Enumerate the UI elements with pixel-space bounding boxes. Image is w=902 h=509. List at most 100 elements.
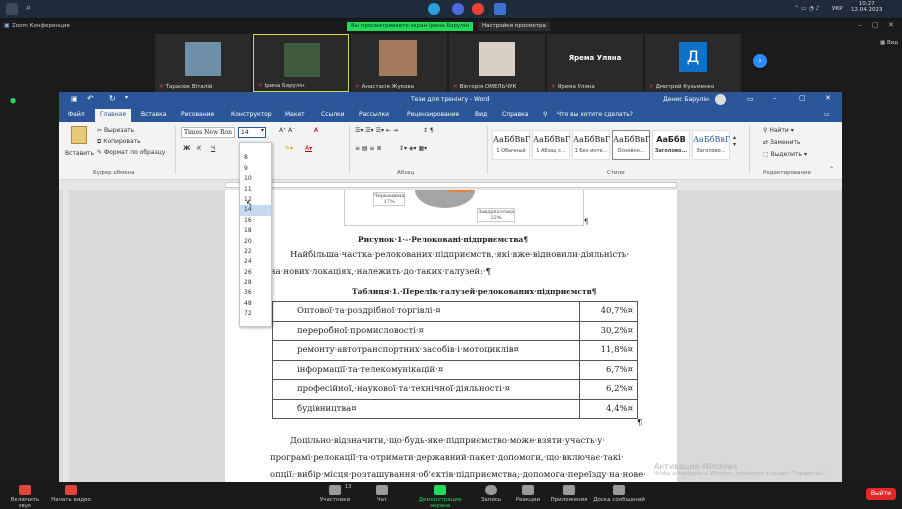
- font-size-option[interactable]: 8: [240, 153, 271, 163]
- search-icon[interactable]: ⌕: [26, 3, 38, 15]
- font-size-option[interactable]: 22: [240, 247, 271, 257]
- find-button[interactable]: ⚲ Найти ▾: [763, 127, 794, 134]
- table-cell[interactable]: 11,8%¤: [579, 340, 638, 361]
- leave-button[interactable]: Выйти: [866, 488, 896, 500]
- participant-tile[interactable]: ✕ Анастасія Жукова: [351, 34, 447, 92]
- font-size-dropdown[interactable]: 8 9 10 11 12 14 16 18 20 22 24 26 28 36 48 72: [239, 142, 272, 327]
- tab-draw[interactable]: Рисование: [181, 111, 214, 118]
- font-size-option[interactable]: 18: [240, 226, 271, 236]
- participant-tile[interactable]: Д ✕ Дмитрий Кузьменко: [645, 34, 741, 92]
- tab-review[interactable]: Рецензирование: [407, 111, 459, 118]
- tab-mailings[interactable]: Рассылки: [359, 111, 389, 118]
- record-button[interactable]: Запись: [478, 485, 504, 503]
- chat-button[interactable]: Чат: [372, 485, 392, 503]
- reactions-button[interactable]: Реакции: [514, 485, 542, 503]
- font-size-dropdown-icon[interactable]: ▾: [261, 127, 264, 134]
- underline-icon[interactable]: Ч: [211, 145, 215, 152]
- table-cell[interactable]: ремонту·автотранспортних·засобів·і·мотоц…: [272, 340, 580, 361]
- font-size-option[interactable]: 16: [240, 216, 271, 226]
- table-cell[interactable]: 4,4%¤: [579, 398, 638, 419]
- minimize-icon[interactable]: –: [858, 21, 862, 29]
- participant-tile[interactable]: ✕ Тарасюк Віталій: [155, 34, 251, 92]
- line-spacing-icon[interactable]: ↕▾ ◈▾ ▦▾: [399, 145, 427, 152]
- font-size-option[interactable]: 14: [240, 205, 271, 216]
- table-cell[interactable]: 40,7%¤: [579, 301, 638, 322]
- paste-icon[interactable]: [71, 126, 87, 144]
- windows-start-icon[interactable]: [6, 3, 18, 15]
- zoom-app-icon[interactable]: [452, 3, 464, 15]
- save-icon[interactable]: ▣: [71, 95, 78, 103]
- align-icons[interactable]: ≡ ▤ ≡ ≣: [355, 145, 381, 152]
- highlight-icon[interactable]: ✎▾: [285, 145, 293, 152]
- collapse-ribbon-icon[interactable]: ⌃: [829, 166, 834, 173]
- font-size-option[interactable]: 28: [240, 278, 271, 288]
- minimize-icon[interactable]: –: [773, 94, 777, 102]
- avatar[interactable]: [715, 94, 726, 105]
- tab-view[interactable]: Вид: [475, 111, 487, 118]
- clear-formatting-icon[interactable]: A̸: [314, 127, 318, 134]
- bold-icon[interactable]: Ж: [183, 145, 190, 152]
- input-language[interactable]: УКР: [832, 6, 843, 12]
- tab-design[interactable]: Конструктор: [231, 111, 272, 118]
- font-size-option[interactable]: 12: [240, 195, 271, 205]
- view-button[interactable]: ▦ Вид: [880, 40, 898, 46]
- participant-tile[interactable]: Ярема Уляна ✕ Ярема Уляна: [547, 34, 643, 92]
- chrome-icon[interactable]: [472, 3, 484, 15]
- font-size-option[interactable]: 11: [240, 185, 271, 195]
- close-icon[interactable]: ✕: [888, 21, 894, 29]
- unmute-button[interactable]: Включить звук: [4, 485, 46, 509]
- tab-references[interactable]: Ссылки: [321, 111, 345, 118]
- ribbon-display-icon[interactable]: ▭: [747, 95, 754, 103]
- close-icon[interactable]: ✕: [825, 94, 831, 102]
- table-cell[interactable]: інформації·та·телекомунікацій·¤: [272, 359, 580, 380]
- styles-more-icon[interactable]: ▴ ▾: [733, 134, 736, 148]
- font-size-option[interactable]: 24: [240, 257, 271, 267]
- font-size-option[interactable]: 9: [240, 164, 271, 174]
- style-main[interactable]: АаБбВвГ Основно...: [612, 130, 650, 160]
- font-size-option[interactable]: 26: [240, 268, 271, 278]
- style-paragraph[interactable]: АаБбВвГ 1 Абзац с...: [532, 130, 570, 160]
- cut-button[interactable]: ✂ Вырезать: [97, 127, 134, 134]
- paste-button[interactable]: Вставить: [65, 150, 94, 157]
- whiteboard-button[interactable]: Доска сообщений: [592, 485, 646, 503]
- font-size-option[interactable]: 72: [240, 309, 271, 319]
- table-cell[interactable]: 6,7%¤: [579, 359, 638, 380]
- tab-layout[interactable]: Макет: [285, 111, 305, 118]
- undo-icon[interactable]: ↶: [87, 94, 94, 103]
- italic-icon[interactable]: К: [197, 145, 201, 152]
- table-cell[interactable]: будівництва¤: [272, 398, 580, 419]
- maximize-icon[interactable]: ▢: [799, 94, 806, 102]
- tell-me-search[interactable]: Что вы хотите сделать?: [557, 111, 633, 118]
- telegram-icon[interactable]: [428, 3, 440, 15]
- clock[interactable]: 10:27 12.04.2023: [851, 1, 883, 13]
- tab-insert[interactable]: Вставка: [141, 111, 166, 118]
- comments-icon[interactable]: ▭: [824, 111, 830, 118]
- font-color-icon[interactable]: A▾: [305, 145, 312, 152]
- participant-tile[interactable]: ✕ Ірина Барулін: [253, 34, 349, 92]
- tab-file[interactable]: Файл: [68, 111, 85, 118]
- style-normal[interactable]: АаБбВвГ 1 Обычный: [492, 130, 530, 160]
- tab-help[interactable]: Справка: [502, 111, 528, 118]
- tab-home[interactable]: Главная: [95, 109, 131, 122]
- apps-button[interactable]: Приложения: [548, 485, 590, 503]
- style-heading1[interactable]: АаБбВ Заголово...: [652, 130, 690, 160]
- user-name[interactable]: Денис Барулін: [663, 96, 709, 103]
- sort-icon[interactable]: ↕ ¶: [423, 127, 434, 134]
- redo-icon[interactable]: ↻: [109, 94, 116, 103]
- replace-button[interactable]: ⇄ Заменить: [763, 139, 801, 146]
- tray-icons[interactable]: ⌃ ▭ ◔ ♪: [794, 5, 819, 12]
- font-size-option[interactable]: 48: [240, 299, 271, 309]
- font-size-option[interactable]: 20: [240, 237, 271, 247]
- view-options-button[interactable]: Настройки просмотра: [478, 22, 550, 31]
- format-painter-button[interactable]: ✎ Формат по образцу: [97, 149, 165, 156]
- style-no-spacing[interactable]: АаБбВвГ 1 Без инте...: [572, 130, 610, 160]
- font-name-input[interactable]: Times New Ron: [181, 127, 235, 138]
- table-cell[interactable]: переробної·промисловості·¤: [272, 320, 580, 341]
- table-cell[interactable]: 6,2%¤: [579, 379, 638, 400]
- app-icon[interactable]: [494, 3, 506, 15]
- horizontal-ruler[interactable]: [59, 180, 842, 190]
- font-size-option[interactable]: 10: [240, 174, 271, 184]
- customize-toolbar-icon[interactable]: ▾: [125, 94, 128, 101]
- maximize-icon[interactable]: ▢: [872, 21, 879, 29]
- table-cell[interactable]: професійної,·наукової·та·технічної·діяль…: [272, 379, 580, 400]
